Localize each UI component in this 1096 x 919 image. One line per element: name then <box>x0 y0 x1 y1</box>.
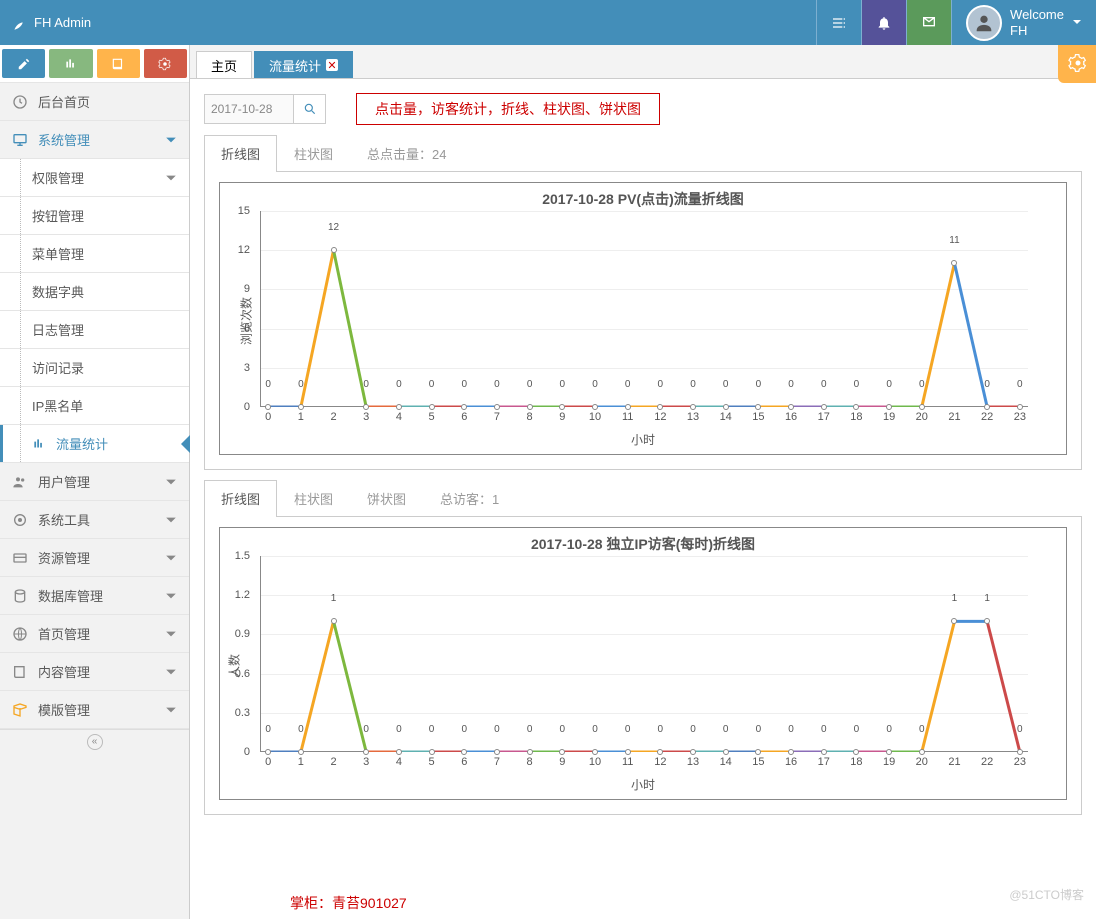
chart1-tab-total: 总点击量：24 <box>350 135 463 171</box>
sidebar-label: 后台首页 <box>38 92 90 111</box>
description-box: 点击量，访客统计，折线、柱状图、饼状图 <box>356 93 660 125</box>
sidebar-sub-6[interactable]: IP黑名单 <box>0 387 189 425</box>
watermark: @51CTO博客 <box>1009 886 1084 903</box>
chevron-down-icon <box>165 172 177 184</box>
sidebar-label: 用户管理 <box>38 472 90 491</box>
shortcut-settings[interactable] <box>144 49 187 78</box>
brand: FH Admin <box>10 14 91 32</box>
sidebar-label: IP黑名单 <box>32 396 83 415</box>
topbar-right: WelcomeFH <box>816 0 1096 45</box>
search-button[interactable] <box>294 94 326 124</box>
user-text: WelcomeFH <box>1010 7 1064 38</box>
chevron-down-icon <box>165 134 177 146</box>
chevron-down-icon <box>165 476 177 488</box>
notifications-button[interactable] <box>861 0 906 45</box>
chart1-card: 2017-10-28 PV(点击)流量折线图浏览次数03691215001200… <box>204 172 1082 470</box>
brand-text: FH Admin <box>34 15 91 30</box>
chart1-tabs: 折线图 柱状图 总点击量：24 <box>204 135 1082 172</box>
date-input[interactable] <box>204 94 294 124</box>
sidebar-system[interactable]: 系统管理 <box>0 121 189 159</box>
sidebar-user[interactable]: 用户管理 <box>0 463 189 501</box>
sidebar-label: 流量统计 <box>56 434 108 453</box>
chevron-down-icon <box>165 514 177 526</box>
sidebar-label: 系统管理 <box>38 130 90 149</box>
shortcut-edit[interactable] <box>2 49 45 78</box>
chart-title: 2017-10-28 PV(点击)流量折线图 <box>220 183 1066 211</box>
sidebar-sub-5[interactable]: 访问记录 <box>0 349 189 387</box>
caret-down-icon <box>1072 15 1082 30</box>
x-axis-label: 小时 <box>220 431 1066 454</box>
sidebar-label: 日志管理 <box>32 320 84 339</box>
sidebar: 后台首页 系统管理 权限管理按钮管理菜单管理数据字典日志管理访问记录 IP黑名单流… <box>0 45 190 919</box>
chart2-tabs: 折线图 柱状图 饼状图 总访客：1 <box>204 480 1082 517</box>
main-content: 主页 流量统计✕ 点击量，访客统计，折线、柱状图、饼状图 折线图 柱状图 总点击… <box>190 45 1096 919</box>
chart2-tab-line[interactable]: 折线图 <box>204 480 277 517</box>
sidebar-sub-1[interactable]: 按钮管理 <box>0 197 189 235</box>
sidebar-label: 菜单管理 <box>32 244 84 263</box>
sidebar-label: 资源管理 <box>38 548 90 567</box>
footer-note: 掌柜：青苔901027 <box>290 893 407 913</box>
sidebar-collapse[interactable]: « <box>0 729 189 753</box>
user-menu[interactable]: WelcomeFH <box>951 0 1096 45</box>
sidebar-label: 数据字典 <box>32 282 84 301</box>
chevron-down-icon <box>165 552 177 564</box>
sidebar-content[interactable]: 内容管理 <box>0 653 189 691</box>
chart2-tab-bar[interactable]: 柱状图 <box>277 480 350 516</box>
chart1-tab-line[interactable]: 折线图 <box>204 135 277 172</box>
chevron-down-icon <box>165 666 177 678</box>
sidebar-template[interactable]: 模版管理 <box>0 691 189 729</box>
sidebar-label: 内容管理 <box>38 662 90 681</box>
tasks-button[interactable] <box>816 0 861 45</box>
sidebar-sub-2[interactable]: 菜单管理 <box>0 235 189 273</box>
sidebar-database[interactable]: 数据库管理 <box>0 577 189 615</box>
sidebar-label: 首页管理 <box>38 624 90 643</box>
sidebar-sub-4[interactable]: 日志管理 <box>0 311 189 349</box>
sidebar-tools[interactable]: 系统工具 <box>0 501 189 539</box>
chart-title: 2017-10-28 独立IP访客(每时)折线图 <box>220 528 1066 556</box>
sidebar-sub-0[interactable]: 权限管理 <box>0 159 189 197</box>
sidebar-label: 模版管理 <box>38 700 90 719</box>
tab-home[interactable]: 主页 <box>196 51 252 78</box>
sidebar-sub-7[interactable]: 流量统计 <box>0 425 189 463</box>
chart2-tab-total: 总访客：1 <box>423 480 516 516</box>
shortcut-stats[interactable] <box>49 49 92 78</box>
avatar <box>966 5 1002 41</box>
chevron-down-icon <box>165 590 177 602</box>
sidebar-home[interactable]: 后台首页 <box>0 83 189 121</box>
sidebar-label: 权限管理 <box>32 168 84 187</box>
x-axis-label: 小时 <box>220 776 1066 799</box>
sidebar-label: 按钮管理 <box>32 206 84 225</box>
tab-traffic[interactable]: 流量统计✕ <box>254 51 353 78</box>
sidebar-resource[interactable]: 资源管理 <box>0 539 189 577</box>
shortcut-book[interactable] <box>97 49 140 78</box>
tabs-bar: 主页 流量统计✕ <box>190 45 1096 79</box>
sidebar-label: 数据库管理 <box>38 586 103 605</box>
shortcut-row <box>0 45 189 83</box>
settings-cog[interactable] <box>1058 45 1096 83</box>
close-icon[interactable]: ✕ <box>326 59 338 71</box>
messages-button[interactable] <box>906 0 951 45</box>
sidebar-homepage[interactable]: 首页管理 <box>0 615 189 653</box>
sidebar-sub-3[interactable]: 数据字典 <box>0 273 189 311</box>
sidebar-label: 系统工具 <box>38 510 90 529</box>
chart1-tab-bar[interactable]: 柱状图 <box>277 135 350 171</box>
chart2-card: 2017-10-28 独立IP访客(每时)折线图人数00.30.60.91.21… <box>204 517 1082 815</box>
sidebar-label: 访问记录 <box>32 358 84 377</box>
chart2-tab-pie[interactable]: 饼状图 <box>350 480 423 516</box>
chevron-down-icon <box>165 628 177 640</box>
chevron-down-icon <box>165 704 177 716</box>
